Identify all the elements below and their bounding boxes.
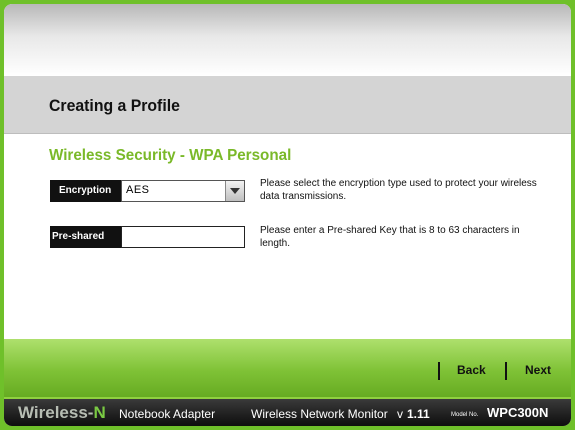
encryption-select[interactable]: AES xyxy=(121,180,245,202)
model-label: Model No. xyxy=(451,412,479,418)
encryption-selected-value: AES xyxy=(126,184,150,196)
encryption-help-text: Please select the encryption type used t… xyxy=(260,178,537,202)
next-button[interactable]: Next xyxy=(525,363,551,377)
nav-divider xyxy=(505,362,507,380)
page-title: Creating a Profile xyxy=(49,96,180,115)
preshared-key-input[interactable] xyxy=(121,226,245,248)
back-button[interactable]: Back xyxy=(457,363,486,377)
navigation-bar: Back Next xyxy=(4,339,571,397)
app-window: Creating a Profile Wireless Security - W… xyxy=(4,4,571,426)
version-prefix: v xyxy=(397,407,403,421)
nav-divider xyxy=(438,362,440,380)
title-bar: Creating a Profile xyxy=(4,76,571,134)
model-number: WPC300N xyxy=(487,405,549,420)
app-name: Wireless Network Monitor xyxy=(251,407,388,421)
chevron-down-icon[interactable] xyxy=(225,181,244,201)
header-band xyxy=(4,4,571,76)
version-number: 1.11 xyxy=(407,407,430,421)
brand-n: N xyxy=(93,403,106,422)
encryption-label: Encryption xyxy=(50,180,121,202)
brand-logo: Wireless-N xyxy=(18,403,106,423)
footer-bar: Wireless-N Notebook Adapter Wireless Net… xyxy=(4,397,571,426)
product-name: Notebook Adapter xyxy=(119,407,216,421)
section-title: Wireless Security - WPA Personal xyxy=(49,147,292,164)
preshared-key-help-text: Please enter a Pre-shared Key that is 8 … xyxy=(260,225,520,249)
preshared-key-label: Pre-shared Key xyxy=(50,226,121,264)
brand-text: Wireless- xyxy=(18,403,94,422)
